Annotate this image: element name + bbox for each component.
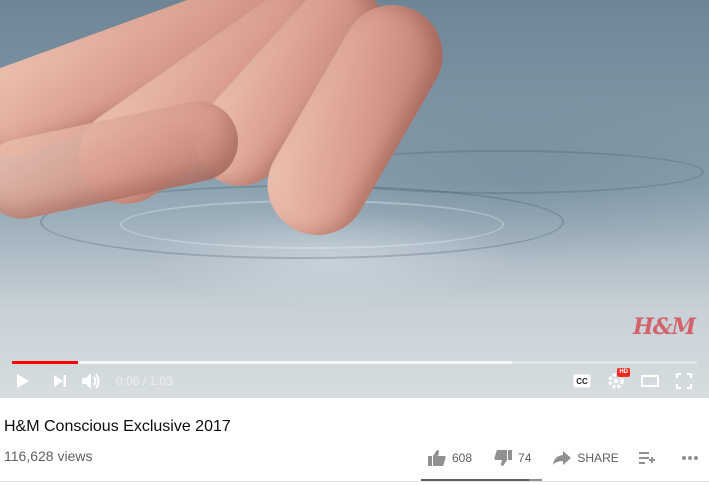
next-button[interactable] (46, 364, 74, 398)
captions-button[interactable]: CC (565, 364, 599, 398)
video-player[interactable]: H&M 0:06 / 1:03 CC HD (0, 0, 709, 398)
fullscreen-icon (676, 373, 692, 389)
divider (0, 481, 709, 482)
share-icon (553, 451, 572, 465)
play-button[interactable] (0, 364, 46, 398)
volume-button[interactable] (74, 364, 108, 398)
theater-icon (641, 375, 659, 387)
video-actions: 608 74 SHARE (424, 446, 709, 470)
hd-badge: HD (617, 368, 630, 377)
fullscreen-button[interactable] (667, 364, 701, 398)
brand-watermark: H&M (632, 314, 696, 340)
settings-button[interactable]: HD (599, 364, 633, 398)
add-to-playlist-icon (638, 452, 655, 464)
thumb-down-icon (494, 450, 513, 466)
theater-mode-button[interactable] (633, 364, 667, 398)
play-icon (17, 374, 29, 388)
svg-text:CC: CC (576, 377, 588, 386)
thumb-up-icon (428, 450, 446, 466)
captions-icon: CC (573, 374, 591, 388)
like-count: 608 (452, 451, 473, 465)
more-actions-button[interactable] (681, 455, 699, 461)
share-button[interactable]: SHARE (553, 451, 619, 465)
volume-icon (82, 373, 100, 389)
next-icon (54, 375, 66, 387)
more-icon (681, 456, 698, 460)
like-button[interactable]: 608 (428, 450, 472, 466)
add-to-playlist-button[interactable] (638, 451, 655, 465)
dislike-button[interactable]: 74 (494, 450, 531, 466)
time-display: 0:06 / 1:03 (116, 374, 173, 388)
share-label: SHARE (577, 451, 619, 465)
player-controls: 0:06 / 1:03 CC HD (0, 364, 709, 398)
video-title: H&M Conscious Exclusive 2017 (4, 418, 231, 435)
dislike-count: 74 (518, 451, 532, 465)
view-count: 116,628 views (4, 448, 93, 464)
